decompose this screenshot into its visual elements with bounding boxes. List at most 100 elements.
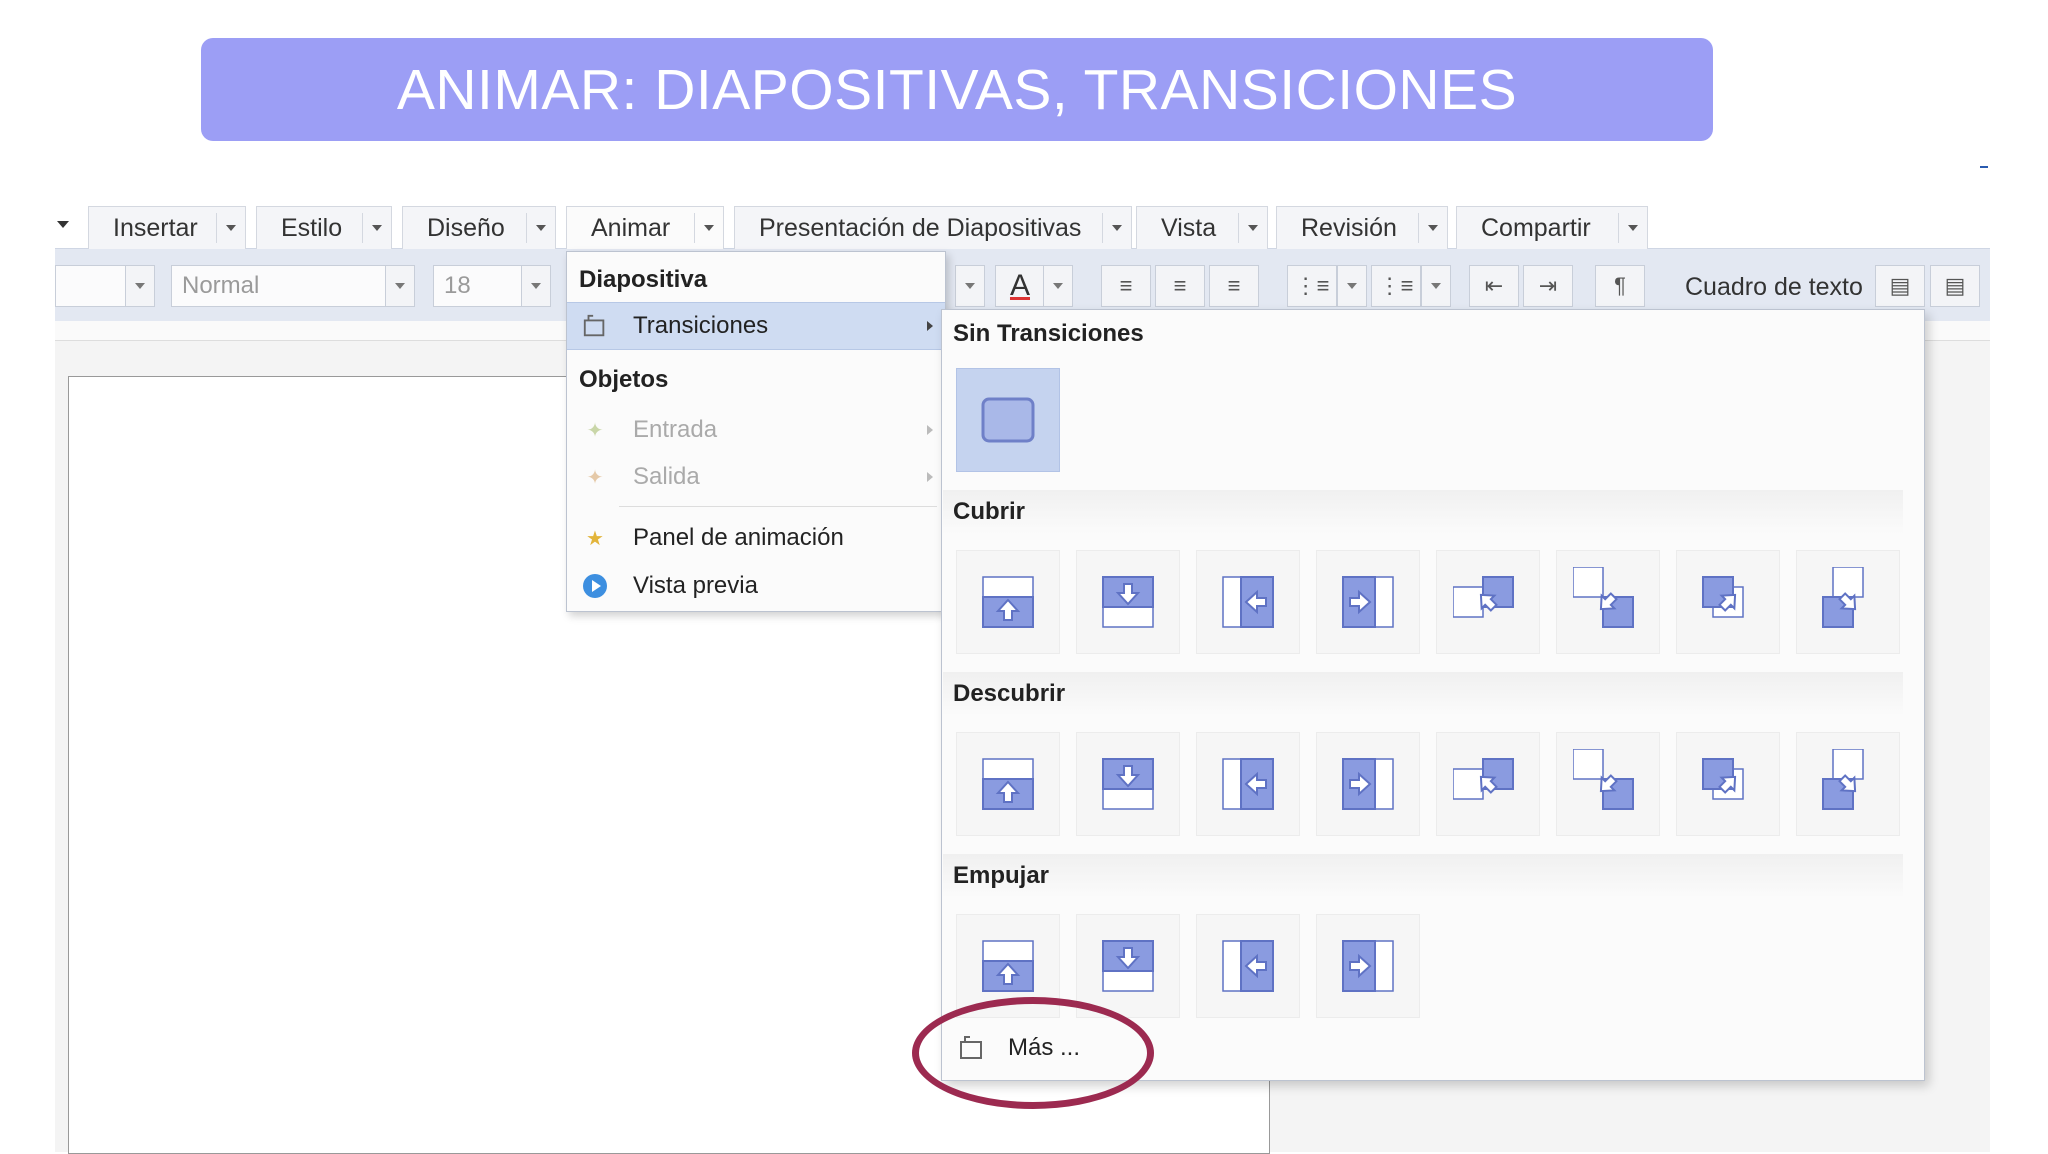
section-uncover: Descubrir — [953, 680, 1066, 707]
chevron-down-icon[interactable] — [1238, 213, 1267, 243]
uncover-down-thumb[interactable] — [1076, 732, 1180, 836]
font-size-dropdown[interactable] — [521, 265, 551, 307]
highlight-dropdown[interactable] — [955, 265, 985, 307]
textbox-label[interactable]: Cuadro de texto — [1685, 267, 1863, 307]
push-down-thumb[interactable] — [1076, 914, 1180, 1018]
chevron-down-icon[interactable] — [1102, 213, 1131, 243]
style-field[interactable]: Normal — [171, 265, 391, 307]
align-right-icon[interactable]: ≡ — [1209, 265, 1259, 307]
align-left-icon[interactable]: ≡ — [1101, 265, 1151, 307]
cover-ur-thumb[interactable] — [1676, 550, 1780, 654]
menu-item-panel[interactable]: ★ Panel de animación — [567, 514, 945, 562]
cover-down-icon — [1102, 576, 1154, 628]
tab-revision[interactable]: Revisión — [1276, 206, 1448, 249]
push-left-thumb[interactable] — [1196, 914, 1300, 1018]
tab-label: Vista — [1161, 213, 1217, 242]
cover-dr-thumb[interactable] — [1796, 550, 1900, 654]
section-divider — [943, 854, 1903, 898]
tab-label: Diseño — [427, 213, 505, 242]
cover-up-icon — [982, 576, 1034, 628]
cover-ul-icon — [1453, 576, 1514, 618]
increase-indent-icon[interactable]: ⇥ — [1523, 265, 1573, 307]
font-color-dropdown[interactable] — [1043, 265, 1073, 307]
chevron-down-icon[interactable] — [1618, 213, 1647, 243]
uncover-right-thumb[interactable] — [1316, 732, 1420, 836]
tab-insertar[interactable]: Insertar — [88, 206, 246, 249]
numbering-dropdown[interactable] — [1421, 265, 1451, 307]
menu-item-label: Vista previa — [633, 572, 758, 599]
push-right-thumb[interactable] — [1316, 914, 1420, 1018]
push-left-icon — [1222, 940, 1274, 992]
chevron-down-icon[interactable] — [1418, 213, 1447, 243]
numbering-icon[interactable]: ⋮≡ — [1371, 265, 1421, 307]
chevron-down-icon[interactable] — [526, 213, 555, 243]
cover-ul-thumb[interactable] — [1436, 550, 1540, 654]
cover-dl-icon — [1573, 567, 1634, 628]
menu-section-objects: Objetos — [579, 366, 669, 393]
cover-right-thumb[interactable] — [1316, 550, 1420, 654]
uncover-ul-icon — [1453, 758, 1514, 800]
bullets-icon[interactable]: ⋮≡ — [1287, 265, 1337, 307]
tab-animar[interactable]: Animar — [566, 206, 724, 249]
chevron-down-icon[interactable] — [694, 213, 723, 243]
cover-dl-thumb[interactable] — [1556, 550, 1660, 654]
menu-item-vista-previa[interactable]: Vista previa — [567, 562, 945, 610]
section-divider — [943, 672, 1903, 716]
chevron-down-icon[interactable] — [216, 213, 245, 243]
tab-compartir[interactable]: Compartir — [1456, 206, 1648, 249]
tab-diseno[interactable]: Diseño — [402, 206, 556, 249]
uncover-dl-thumb[interactable] — [1556, 732, 1660, 836]
menu-item-salida[interactable]: ✦ Salida — [567, 453, 945, 501]
align-center-icon[interactable]: ≡ — [1155, 265, 1205, 307]
textbox-valign-icon[interactable]: ▤ — [1930, 265, 1980, 307]
uncover-up-thumb[interactable] — [956, 732, 1060, 836]
style-dropdown[interactable] — [385, 265, 415, 307]
submenu-arrow-icon — [927, 425, 933, 435]
menu-divider — [619, 506, 937, 507]
menu-item-entrada[interactable]: ✦ Entrada — [567, 406, 945, 454]
menu-item-transiciones[interactable]: Transiciones — [567, 302, 945, 350]
cover-up-thumb[interactable] — [956, 550, 1060, 654]
font-color-button[interactable]: A — [995, 265, 1045, 307]
transition-none-thumb[interactable] — [956, 368, 1060, 472]
paragraph-icon[interactable]: ¶ — [1595, 265, 1645, 307]
star-exit-icon: ✦ — [586, 466, 604, 489]
tab-label: Revisión — [1301, 213, 1397, 242]
tab-label: Insertar — [113, 213, 198, 242]
uncover-ul-thumb[interactable] — [1436, 732, 1540, 836]
decrease-indent-icon[interactable]: ⇤ — [1469, 265, 1519, 307]
uncover-right-icon — [1342, 758, 1394, 810]
tab-estilo[interactable]: Estilo — [256, 206, 392, 249]
transitions-submenu: Sin Transiciones Cubrir Descubrir Empuja… — [941, 309, 1925, 1081]
uncover-up-icon — [982, 758, 1034, 810]
tab-label: Compartir — [1481, 213, 1591, 242]
font-size-field[interactable]: 18 — [433, 265, 523, 307]
animar-menu: Diapositiva Transiciones Objetos ✦ Entra… — [566, 251, 946, 612]
font-name-dropdown[interactable] — [125, 265, 155, 307]
font-name-field[interactable] — [55, 265, 135, 307]
push-down-icon — [1102, 940, 1154, 992]
menu-item-label: Entrada — [633, 416, 718, 443]
menu-overflow-icon[interactable] — [57, 221, 69, 228]
uncover-dr-thumb[interactable] — [1796, 732, 1900, 836]
tab-presentacion[interactable]: Presentación de Diapositivas — [734, 206, 1132, 249]
push-up-icon — [982, 940, 1034, 992]
menu-item-label: Salida — [633, 463, 700, 490]
tab-label: Presentación de Diapositivas — [759, 213, 1082, 242]
cover-dr-icon — [1822, 567, 1864, 628]
title-banner: ANIMAR: DIAPOSITIVAS, TRANSICIONES — [201, 38, 1713, 141]
cover-down-thumb[interactable] — [1076, 550, 1180, 654]
annotation-circle — [912, 997, 1154, 1109]
uncover-left-thumb[interactable] — [1196, 732, 1300, 836]
textbox-align-icon[interactable]: ▤ — [1875, 265, 1925, 307]
tab-vista[interactable]: Vista — [1136, 206, 1268, 249]
cover-right-icon — [1342, 576, 1394, 628]
menu-item-label: Transiciones — [633, 312, 769, 339]
chevron-down-icon[interactable] — [362, 213, 391, 243]
uncover-ur-thumb[interactable] — [1676, 732, 1780, 836]
uncover-dr-icon — [1822, 749, 1864, 810]
cover-left-thumb[interactable] — [1196, 550, 1300, 654]
bullets-dropdown[interactable] — [1337, 265, 1367, 307]
font-color-icon: A — [1009, 269, 1030, 302]
section-divider — [943, 490, 1903, 534]
